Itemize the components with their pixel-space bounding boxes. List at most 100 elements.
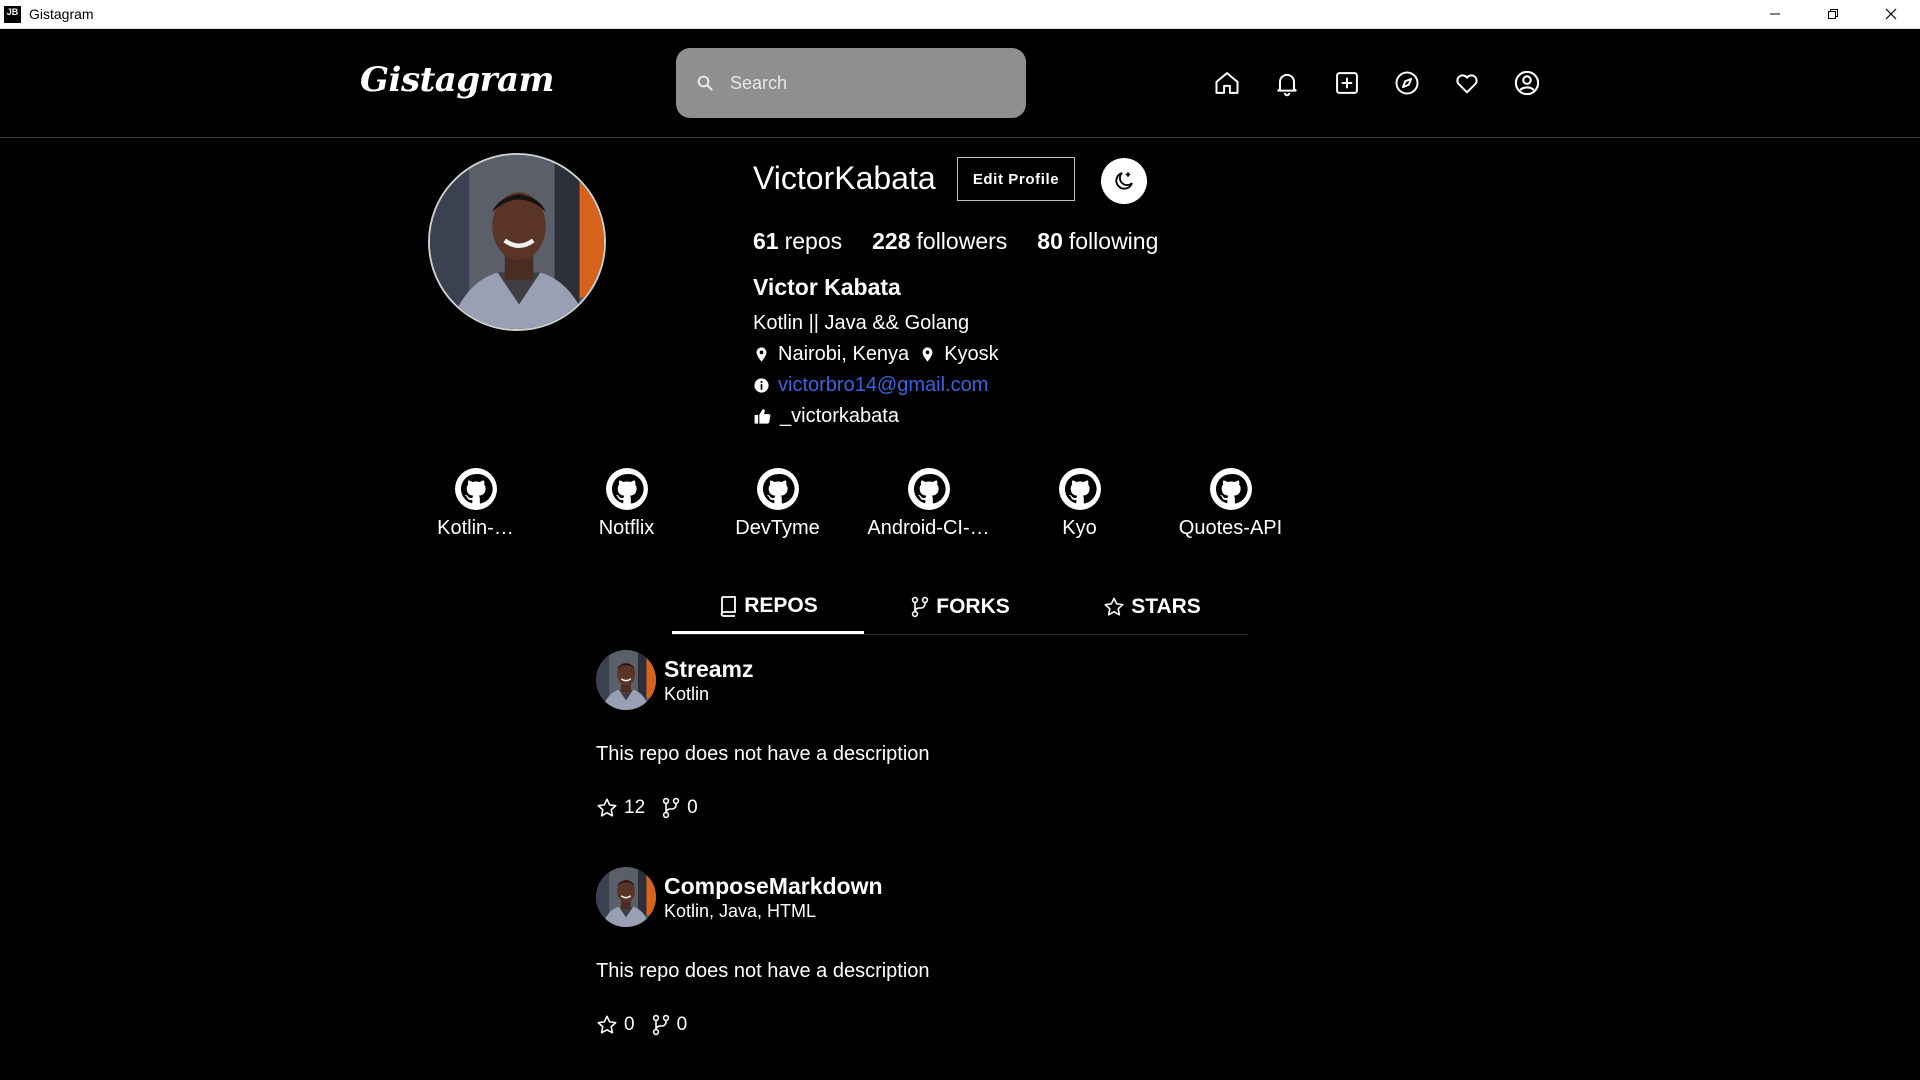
nav-activity-button[interactable]: [1452, 68, 1482, 98]
repo-owner-avatar: [596, 867, 656, 927]
search-input[interactable]: [728, 71, 1002, 95]
profile-avatar[interactable]: [428, 153, 606, 331]
highlight-label: Kotlin-…: [437, 517, 514, 539]
profile-username: VictorKabata: [753, 160, 936, 196]
github-icon: [907, 468, 950, 510]
repo-title-block: Streamz Kotlin: [664, 656, 753, 705]
heart-icon: [1456, 74, 1478, 94]
repo-header: ComposeMarkdown Kotlin, Java, HTML: [596, 867, 1296, 927]
github-icon: [1058, 468, 1101, 510]
app-header: Gistagram: [0, 28, 1920, 138]
highlight-item[interactable]: Kyo: [1004, 468, 1155, 540]
nav-home-button[interactable]: [1212, 68, 1242, 98]
repo-name[interactable]: ComposeMarkdown: [664, 873, 883, 900]
compass-icon: [1395, 71, 1419, 95]
highlight-label: Android-CI-…: [867, 517, 990, 539]
plus-square-icon: [1336, 72, 1358, 94]
profile-location: Nairobi, Kenya: [778, 343, 910, 365]
repo-stars-count: 12: [624, 797, 646, 818]
github-icon: [454, 468, 497, 510]
fork-icon: [652, 1014, 669, 1036]
app-icon: JB: [4, 5, 21, 23]
highlight-item[interactable]: Quotes-API: [1155, 468, 1306, 540]
following-stat[interactable]: 80 following: [1037, 228, 1158, 255]
highlight-item[interactable]: Kotlin-…: [400, 468, 551, 540]
repo-forks-count: 0: [676, 1014, 688, 1035]
repos-stat[interactable]: 61 repos: [753, 228, 842, 255]
repo-stars-count: 0: [624, 1014, 635, 1035]
window-controls: [1746, 0, 1920, 28]
repo-header: Streamz Kotlin: [596, 650, 1296, 710]
highlight-label: Kyo: [1062, 517, 1097, 539]
location-row: Nairobi, Kenya Kyosk: [753, 343, 999, 366]
location-pin-icon: [756, 347, 767, 362]
repo-meta: 0 0: [596, 1014, 1296, 1036]
repo-forks-count: 0: [687, 797, 698, 818]
repo-name[interactable]: Streamz: [664, 656, 753, 683]
fork-icon: [662, 797, 680, 819]
nav-notifications-button[interactable]: [1272, 68, 1302, 98]
repo-description: This repo does not have a description: [596, 960, 930, 982]
profile-twitter: _victorkabata: [780, 405, 899, 427]
profile-bio: Kotlin || Java && Golang: [753, 312, 970, 334]
repo-card[interactable]: ComposeMarkdown Kotlin, Java, HTML This …: [596, 867, 1296, 1036]
star-icon: [1104, 597, 1124, 616]
nav-profile-button[interactable]: [1512, 68, 1542, 98]
theme-toggle-button[interactable]: [1101, 158, 1147, 204]
repo-card[interactable]: Streamz Kotlin This repo does not have a…: [596, 650, 1296, 819]
tab-stars-label: STARS: [1131, 595, 1201, 618]
profile-photo: [430, 155, 606, 331]
fork-icon: [912, 596, 929, 618]
bell-icon: [1277, 73, 1297, 97]
window-titlebar: JB Gistagram: [0, 0, 1920, 29]
home-icon: [1215, 72, 1239, 94]
profile-email-link[interactable]: victorbro14@gmail.com: [778, 374, 988, 397]
email-row: victorbro14@gmail.com: [753, 374, 988, 397]
github-icon: [1209, 468, 1252, 510]
book-icon: [720, 595, 737, 617]
tab-forks[interactable]: FORKS: [864, 580, 1056, 634]
tab-repos[interactable]: REPOS: [672, 580, 864, 634]
dark-mode-icon: [1115, 172, 1133, 190]
nav-explore-button[interactable]: [1392, 68, 1422, 98]
close-button[interactable]: [1862, 0, 1920, 28]
thumbs-up-icon: [754, 409, 771, 424]
repo-forks: 0: [661, 797, 698, 819]
highlight-label: DevTyme: [735, 517, 820, 539]
star-icon: [597, 1015, 617, 1034]
repo-owner-avatar: [596, 650, 656, 710]
info-icon: [754, 378, 769, 393]
highlight-item[interactable]: DevTyme: [702, 468, 853, 540]
profile-full-name: Victor Kabata: [753, 274, 901, 300]
repo-forks: 0: [651, 1014, 688, 1036]
followers-stat[interactable]: 228 followers: [872, 228, 1007, 255]
restore-icon: [1828, 9, 1838, 19]
app-logo[interactable]: Gistagram: [360, 60, 555, 100]
github-icon: [605, 468, 648, 510]
highlight-label: Quotes-API: [1178, 517, 1283, 539]
minimize-icon: [1770, 13, 1780, 15]
close-icon: [1885, 8, 1897, 20]
tab-stars[interactable]: STARS: [1056, 580, 1248, 634]
edit-profile-button[interactable]: Edit Profile: [957, 157, 1075, 201]
repo-highlights: Kotlin-… Notflix DevTyme Android-CI-… Ky…: [400, 468, 1306, 540]
repo-languages: Kotlin: [664, 683, 710, 704]
profile-tabs: REPOS FORKS STARS: [672, 580, 1248, 635]
repo-description: This repo does not have a description: [596, 743, 930, 765]
repo-languages: Kotlin, Java, HTML: [664, 900, 817, 921]
repo-title-block: ComposeMarkdown Kotlin, Java, HTML: [664, 873, 883, 922]
github-icon: [756, 468, 799, 510]
minimize-button[interactable]: [1746, 0, 1804, 28]
highlight-item[interactable]: Android-CI-…: [853, 468, 1004, 540]
restore-button[interactable]: [1804, 0, 1862, 28]
search-icon: [697, 75, 713, 91]
window-title: Gistagram: [29, 6, 94, 22]
repo-meta: 12 0: [596, 797, 1296, 819]
tab-forks-label: FORKS: [936, 595, 1010, 618]
top-nav: [1212, 68, 1542, 98]
search-bar[interactable]: [676, 48, 1026, 118]
highlight-item[interactable]: Notflix: [551, 468, 702, 540]
repo-stars: 0: [596, 1014, 635, 1036]
nav-create-button[interactable]: [1332, 68, 1362, 98]
company-pin-icon: [922, 347, 933, 362]
